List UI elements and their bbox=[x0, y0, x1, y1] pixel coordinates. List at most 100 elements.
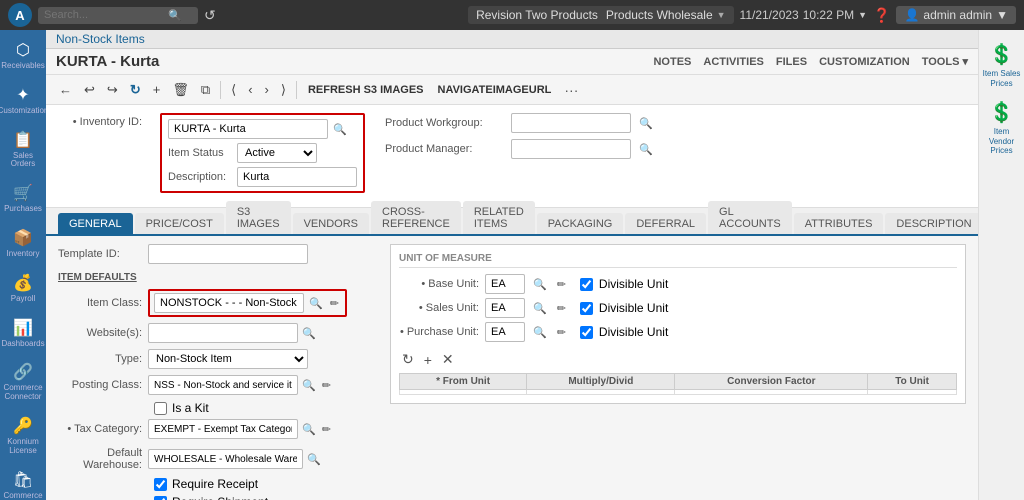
navigate-image-url-button[interactable]: NAVIGATEIMAGEURL bbox=[432, 81, 558, 99]
datetime[interactable]: 11/21/2023 10:22 PM ▼ bbox=[740, 8, 867, 22]
more-actions-button[interactable]: ··· bbox=[559, 79, 583, 101]
refresh-images-button[interactable]: REFRESH S3 IMAGES bbox=[302, 81, 430, 99]
redo-button[interactable]: ↪ bbox=[102, 79, 123, 101]
delete-button[interactable]: 🗑 bbox=[167, 79, 194, 101]
posting-class-input[interactable]: NSS - Non-Stock and service items bbox=[148, 375, 298, 395]
sidebar-item-commerce-connector[interactable]: 🔗 Commerce Connector bbox=[0, 356, 46, 408]
breadcrumb[interactable]: Non-Stock Items bbox=[46, 30, 978, 49]
tax-category-edit[interactable]: ✏ bbox=[320, 422, 333, 437]
tab-gl-accounts[interactable]: GL ACCOUNTS bbox=[708, 201, 792, 234]
sidebar-item-purchases[interactable]: 🛒 Purchases bbox=[0, 177, 46, 220]
tax-category-search[interactable]: 🔍 bbox=[300, 422, 318, 437]
files-link[interactable]: FILES bbox=[776, 56, 807, 68]
sidebar-item-inventory[interactable]: 📦 Inventory bbox=[0, 222, 46, 265]
app-logo[interactable]: A bbox=[8, 3, 32, 27]
search-box[interactable]: 🔍 bbox=[38, 7, 198, 24]
product-workgroup-search[interactable]: 🔍 bbox=[637, 116, 655, 131]
purchase-unit-search[interactable]: 🔍 bbox=[531, 325, 549, 340]
default-warehouse-row: Default Warehouse: WHOLESALE - Wholesale… bbox=[58, 447, 378, 471]
sales-divisible-label: Divisible Unit bbox=[599, 301, 668, 315]
main-layout: ⬡ Receivables ✦ Customization 📋 Sales Or… bbox=[0, 30, 1024, 500]
require-receipt-checkbox[interactable] bbox=[154, 478, 167, 491]
tab-general[interactable]: GENERAL bbox=[58, 213, 133, 234]
date: 11/21/2023 bbox=[740, 8, 799, 22]
top-right-actions: NOTES ACTIVITIES FILES CUSTOMIZATION TOO… bbox=[653, 55, 968, 68]
revision-info[interactable]: Revision Two Products Products Wholesale… bbox=[468, 6, 733, 24]
posting-class-edit[interactable]: ✏ bbox=[320, 378, 333, 393]
conv-refresh-btn[interactable]: ↻ bbox=[399, 350, 417, 369]
sidebar-item-payroll[interactable]: 💰 Payroll bbox=[0, 267, 46, 310]
item-sales-prices-btn[interactable]: 💲 Item Sales Prices bbox=[979, 38, 1024, 92]
item-class-edit[interactable]: ✏ bbox=[328, 296, 341, 311]
product-manager-input[interactable] bbox=[511, 139, 631, 159]
sales-unit-search[interactable]: 🔍 bbox=[531, 301, 549, 316]
item-vendor-prices-btn[interactable]: 💲 Item Vendor Prices bbox=[979, 96, 1024, 160]
description-input[interactable]: Kurta bbox=[237, 167, 357, 187]
sidebar-item-receivables[interactable]: ⬡ Receivables bbox=[0, 34, 46, 77]
product-workgroup-input[interactable] bbox=[511, 113, 631, 133]
sidebar-item-sales-orders[interactable]: 📋 Sales Orders bbox=[0, 124, 46, 176]
base-unit-divisible[interactable] bbox=[580, 278, 593, 291]
sidebar-item-konnium[interactable]: 🔑 Konnium License bbox=[0, 410, 46, 462]
tab-description[interactable]: DESCRIPTION bbox=[885, 213, 978, 234]
sales-unit-divisible[interactable] bbox=[580, 302, 593, 315]
back-button[interactable]: ← bbox=[54, 79, 77, 100]
conv-delete-btn[interactable]: ✕ bbox=[439, 350, 457, 369]
admin-badge[interactable]: 👤 admin admin ▼ bbox=[896, 6, 1016, 24]
tab-s3-images[interactable]: S3 IMAGES bbox=[226, 201, 291, 234]
first-button[interactable]: ⟨ bbox=[226, 79, 241, 101]
sidebar-label-customization: Customization bbox=[0, 107, 46, 116]
product-manager-search[interactable]: 🔍 bbox=[637, 142, 655, 157]
type-select[interactable]: Non-Stock Item bbox=[148, 349, 308, 369]
tab-vendors[interactable]: VENDORS bbox=[293, 213, 369, 234]
add-button[interactable]: + bbox=[148, 79, 166, 100]
default-warehouse-input[interactable]: WHOLESALE - Wholesale Warehouse bbox=[148, 449, 303, 469]
sales-unit-label: • Sales Unit: bbox=[399, 302, 479, 314]
tools-link[interactable]: TOOLS ▾ bbox=[922, 55, 968, 68]
item-status-select[interactable]: Active bbox=[237, 143, 317, 163]
tax-category-input[interactable]: EXEMPT - Exempt Tax Category bbox=[148, 419, 298, 439]
sales-unit-edit[interactable]: ✏ bbox=[555, 301, 568, 316]
websites-input[interactable] bbox=[148, 323, 298, 343]
posting-class-search[interactable]: 🔍 bbox=[300, 378, 318, 393]
copy-button[interactable]: ⧉ bbox=[196, 79, 215, 101]
inventory-id-input[interactable] bbox=[168, 119, 328, 139]
refresh-button[interactable]: ↻ bbox=[125, 79, 146, 101]
base-unit-edit[interactable]: ✏ bbox=[555, 277, 568, 292]
undo-button[interactable]: ↩ bbox=[79, 79, 100, 101]
help-icon[interactable]: ❓ bbox=[873, 7, 890, 24]
prev-button[interactable]: ‹ bbox=[243, 79, 257, 100]
tab-cross-reference[interactable]: CROSS-REFERENCE bbox=[371, 201, 461, 234]
notes-link[interactable]: NOTES bbox=[653, 56, 691, 68]
inventory-id-search-icon[interactable]: 🔍 bbox=[331, 122, 349, 137]
next-button[interactable]: › bbox=[260, 79, 274, 100]
base-unit-search[interactable]: 🔍 bbox=[531, 277, 549, 292]
tab-price-cost[interactable]: PRICE/COST bbox=[135, 213, 224, 234]
is-kit-checkbox[interactable] bbox=[154, 402, 167, 415]
commerce-pro-icon: 🛍 bbox=[13, 470, 33, 490]
sidebar-item-dashboards[interactable]: 📊 Dashboards bbox=[0, 312, 46, 355]
history-icon[interactable]: ↺ bbox=[204, 7, 216, 24]
tab-packaging[interactable]: PACKAGING bbox=[537, 213, 624, 234]
tab-attributes[interactable]: ATTRIBUTES bbox=[794, 213, 884, 234]
activities-link[interactable]: ACTIVITIES bbox=[703, 56, 764, 68]
sales-unit-input[interactable] bbox=[485, 298, 525, 318]
require-shipment-checkbox[interactable] bbox=[154, 496, 167, 500]
websites-search[interactable]: 🔍 bbox=[300, 326, 318, 341]
customization-link[interactable]: CUSTOMIZATION bbox=[819, 56, 910, 68]
sidebar-item-customization[interactable]: ✦ Customization bbox=[0, 79, 46, 122]
default-warehouse-search[interactable]: 🔍 bbox=[305, 452, 323, 467]
purchase-unit-edit[interactable]: ✏ bbox=[555, 325, 568, 340]
tab-deferral[interactable]: DEFERRAL bbox=[625, 213, 706, 234]
base-unit-input[interactable] bbox=[485, 274, 525, 294]
tab-related-items[interactable]: RELATED ITEMS bbox=[463, 201, 535, 234]
item-class-search[interactable]: 🔍 bbox=[307, 296, 325, 311]
purchase-unit-input[interactable] bbox=[485, 322, 525, 342]
item-class-input[interactable]: NONSTOCK - - - Non-Stock Items bbox=[154, 293, 304, 313]
conv-add-btn[interactable]: + bbox=[421, 351, 435, 369]
search-input[interactable] bbox=[44, 9, 164, 21]
last-button[interactable]: ⟩ bbox=[276, 79, 291, 101]
template-id-input[interactable] bbox=[148, 244, 308, 264]
sidebar-item-commerce-pro[interactable]: 🛍 Commerce Pro bbox=[0, 464, 46, 500]
purchase-unit-divisible[interactable] bbox=[580, 326, 593, 339]
